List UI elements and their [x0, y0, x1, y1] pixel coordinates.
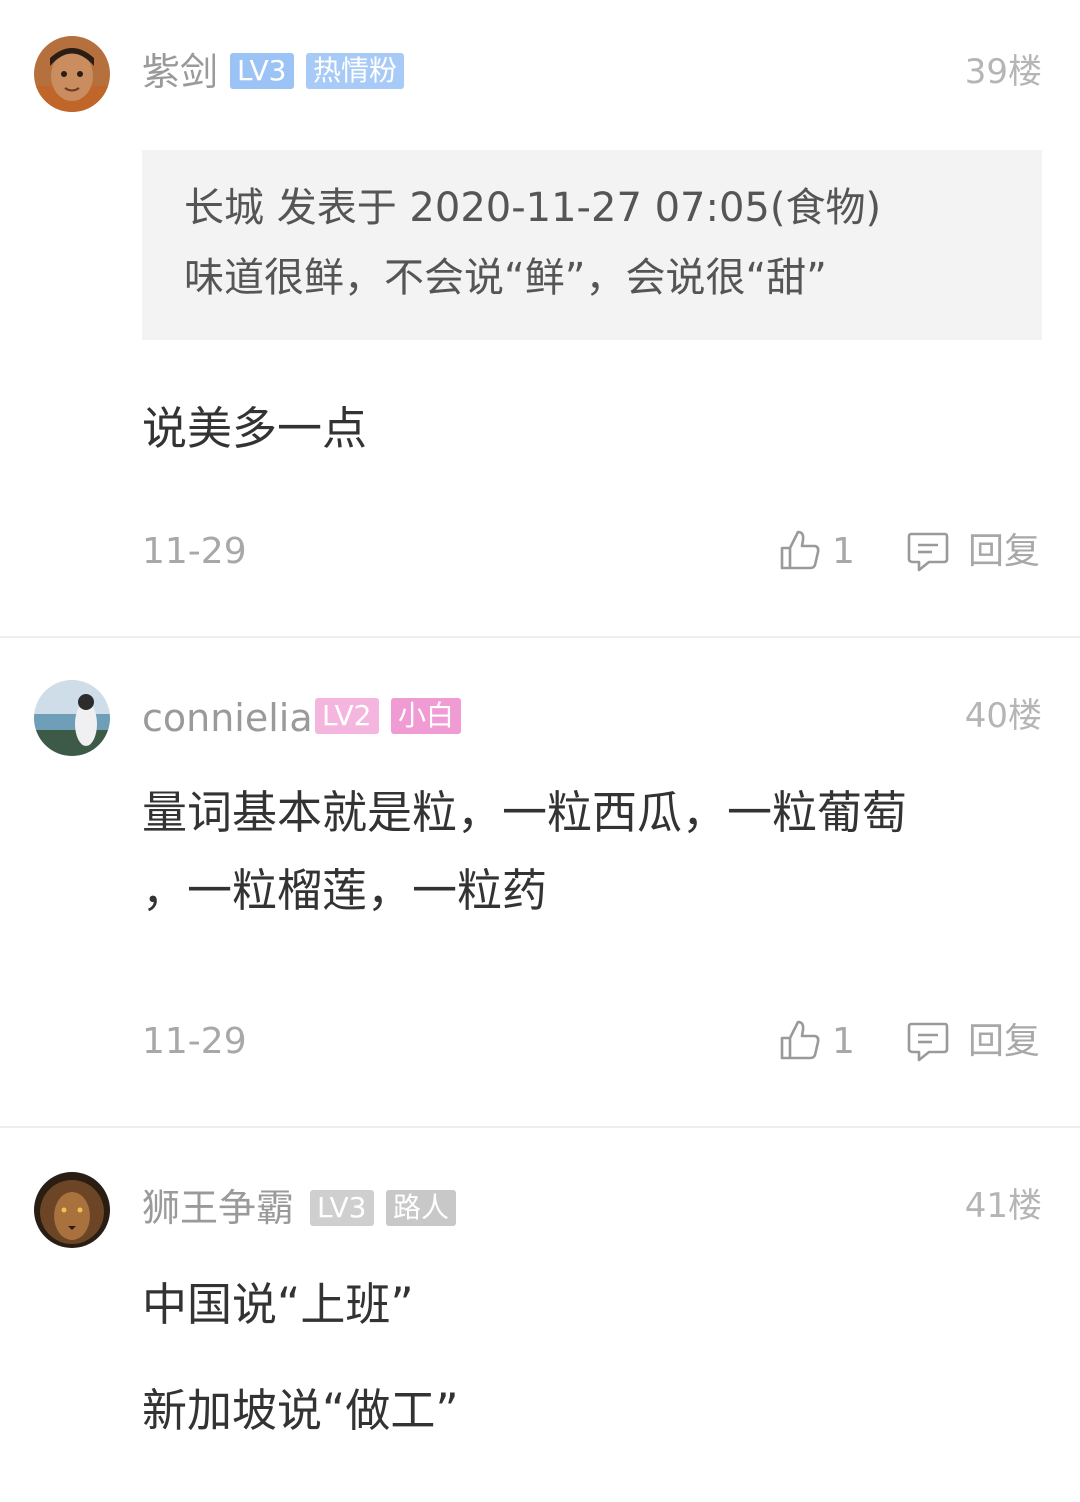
thumbs-up-icon[interactable] — [778, 528, 822, 572]
comment-39: 紫剑 LV3 热情粉 39楼 长城 发表于 2020-11-27 07:05(食… — [0, 0, 1080, 636]
comment-text-line-2: 新加坡说“做工” — [142, 1384, 459, 1437]
thumbs-up-icon[interactable] — [778, 1018, 822, 1062]
comment-text: 说美多一点 — [142, 402, 368, 455]
level-badge: LV3 — [230, 53, 294, 89]
quote-header: 长城 发表于 2020-11-27 07:05(食物) — [184, 185, 882, 231]
floor-number: 39楼 — [964, 52, 1042, 92]
comment-date: 11-29 — [142, 1021, 247, 1062]
floor-number: 40楼 — [964, 696, 1042, 736]
floor-number: 41楼 — [964, 1186, 1042, 1226]
comment-date: 11-29 — [142, 531, 247, 572]
quote-text: 味道很鲜，不会说“鲜”，会说很“甜” — [184, 255, 827, 301]
like-count: 1 — [832, 531, 855, 572]
comment-text-line-1: 中国说“上班” — [142, 1278, 414, 1331]
fan-tag-badge: 路人 — [386, 1190, 457, 1226]
reply-bubble-icon[interactable] — [905, 528, 951, 574]
username[interactable]: connielia — [142, 696, 313, 740]
comment-text-line-1: 量词基本就是粒，一粒西瓜，一粒葡萄 — [142, 786, 908, 839]
reply-bubble-icon[interactable] — [905, 1018, 951, 1064]
fan-tag-badge: 小白 — [391, 698, 462, 734]
reply-button[interactable]: 回复 — [968, 1022, 1040, 1062]
avatar[interactable] — [34, 680, 110, 756]
reply-button[interactable]: 回复 — [968, 532, 1040, 572]
quoted-comment[interactable]: 长城 发表于 2020-11-27 07:05(食物) 味道很鲜，不会说“鲜”，… — [142, 150, 1042, 340]
like-count: 1 — [832, 1021, 855, 1062]
comment-41: 狮王争霸 LV3 路人 41楼 中国说“上班” 新加坡说“做工” — [0, 1128, 1080, 1502]
avatar[interactable] — [34, 36, 110, 112]
avatar[interactable] — [34, 1172, 110, 1248]
username[interactable]: 狮王争霸 — [142, 1186, 294, 1230]
level-badge: LV3 — [310, 1190, 374, 1226]
comment-40: connielia LV2 小白 40楼 量词基本就是粒，一粒西瓜，一粒葡萄 ，… — [0, 638, 1080, 1126]
comment-text-line-2: ，一粒榴莲，一粒药 — [142, 864, 548, 917]
fan-tag-badge: 热情粉 — [306, 53, 405, 89]
username[interactable]: 紫剑 — [142, 50, 218, 94]
level-badge: LV2 — [315, 698, 379, 734]
